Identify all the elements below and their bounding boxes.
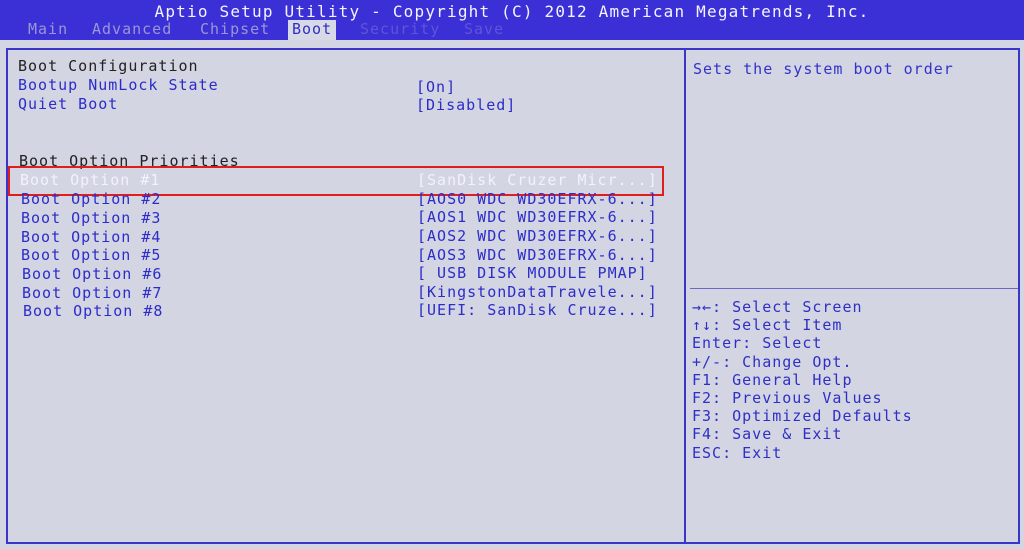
boot-option-3-label[interactable]: Boot Option #3 (21, 209, 161, 227)
boot-option-6-value[interactable]: [ USB DISK MODULE PMAP] (417, 264, 648, 282)
boot-option-5-label[interactable]: Boot Option #5 (21, 246, 161, 264)
tab-advanced[interactable]: Advanced (88, 20, 176, 40)
boot-option-4-label[interactable]: Boot Option #4 (21, 228, 161, 246)
boot-option-4-value[interactable]: [AOS2 WDC WD30EFRX-6...] (417, 227, 658, 245)
help-panel (686, 48, 1020, 544)
boot-option-8-label[interactable]: Boot Option #8 (23, 302, 163, 320)
boot-option-1-value[interactable]: [SanDisk Cruzer Micr...] (417, 171, 658, 189)
boot-option-6-label[interactable]: Boot Option #6 (22, 265, 162, 283)
key-save-exit: F4: Save & Exit (692, 425, 843, 444)
tab-chipset[interactable]: Chipset (196, 20, 274, 40)
bootup-numlock-label[interactable]: Bootup NumLock State (18, 76, 219, 94)
boot-option-8-value[interactable]: [UEFI: SanDisk Cruze...] (417, 301, 658, 319)
key-optimized-defaults: F3: Optimized Defaults (692, 407, 913, 426)
tab-main[interactable]: Main (24, 20, 72, 40)
tab-save-exit[interactable]: Save & Exit (460, 20, 508, 76)
bootup-numlock-value[interactable]: [On] (416, 78, 456, 96)
boot-option-1-label[interactable]: Boot Option #1 (20, 171, 160, 189)
boot-option-7-label[interactable]: Boot Option #7 (22, 284, 162, 302)
boot-option-2-label[interactable]: Boot Option #2 (21, 190, 161, 208)
help-separator (690, 288, 1018, 289)
boot-option-3-value[interactable]: [AOS1 WDC WD30EFRX-6...] (417, 208, 658, 226)
key-general-help: F1: General Help (692, 370, 853, 389)
key-select-screen: →←: Select Screen (692, 298, 863, 316)
tab-security[interactable]: Security (356, 20, 444, 40)
boot-option-7-value[interactable]: [KingstonDataTravele...] (417, 283, 658, 301)
key-enter-select: Enter: Select (692, 334, 823, 353)
title-text: Aptio Setup Utility - Copyright (C) 2012… (154, 2, 870, 21)
boot-option-2-value[interactable]: [AOS0 WDC WD30EFRX-6...] (417, 190, 658, 208)
bios-setup-screen: Aptio Setup Utility - Copyright (C) 2012… (0, 0, 1024, 549)
key-select-item: ↑↓: Select Item (692, 316, 843, 335)
title-bar: Aptio Setup Utility - Copyright (C) 2012… (0, 0, 1024, 76)
boot-configuration-header: Boot Configuration (18, 57, 199, 75)
boot-option-5-value[interactable]: [AOS3 WDC WD30EFRX-6...] (417, 246, 658, 264)
key-previous-values: F2: Previous Values (692, 388, 883, 407)
tab-boot[interactable]: Boot (288, 20, 337, 40)
key-legend: →←: Select Screen ↑↓: Select Item Enter:… (692, 298, 913, 462)
key-esc-exit: ESC: Exit (692, 443, 783, 462)
key-change-opt: +/-: Change Opt. (692, 352, 853, 371)
quiet-boot-value[interactable]: [Disabled] (416, 96, 516, 114)
quiet-boot-label[interactable]: Quiet Boot (18, 95, 118, 113)
help-text: Sets the system boot order (693, 60, 954, 78)
